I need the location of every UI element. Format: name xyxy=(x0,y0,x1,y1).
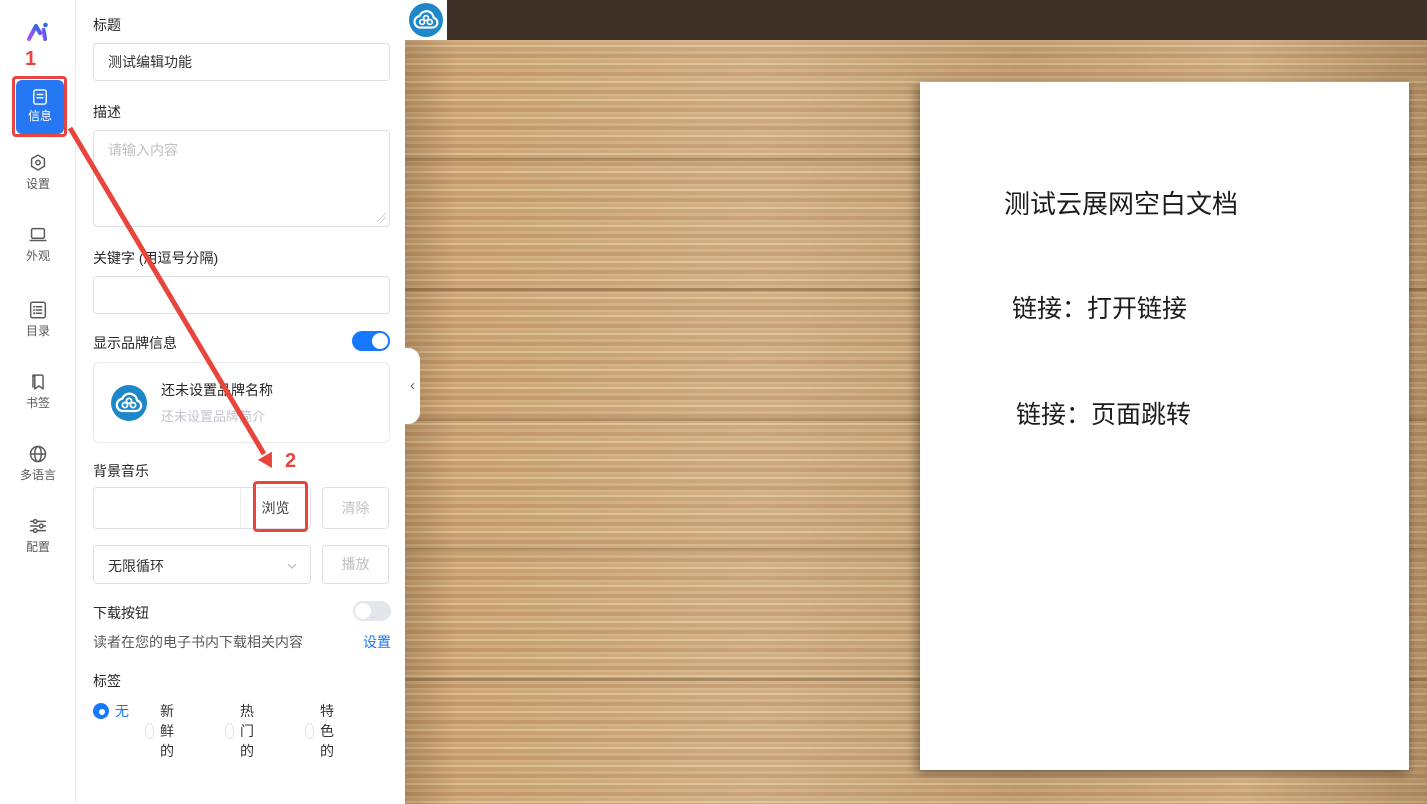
brand-name-placeholder: 还未设置品牌名称 xyxy=(161,380,273,400)
show-brand-label: 显示品牌信息 xyxy=(93,333,177,353)
tag-radio-featured[interactable]: 特色的 xyxy=(305,701,341,761)
chevron-down-icon xyxy=(286,559,298,571)
sidebar-item-label: 信息 xyxy=(16,109,64,123)
brand-logo xyxy=(111,385,147,421)
info-doc-icon xyxy=(30,87,50,107)
app-logo[interactable] xyxy=(24,18,52,46)
tags-label: 标签 xyxy=(93,671,121,691)
browse-button[interactable]: 浏览 xyxy=(240,488,310,528)
page-link-open[interactable]: 链接：打开链接 xyxy=(1012,289,1187,325)
document-page[interactable]: 测试云展网空白文档 链接：打开链接 链接：页面跳转 xyxy=(920,82,1409,770)
sidebar-item-label: 书签 xyxy=(0,396,76,410)
app-logo-icon xyxy=(24,18,52,46)
page-title: 测试云展网空白文档 xyxy=(1004,184,1238,221)
gear-icon xyxy=(27,152,49,174)
radio-dot xyxy=(225,723,234,739)
viewer-topbar xyxy=(405,0,1427,40)
sidebar-item-label: 设置 xyxy=(0,177,76,191)
description-label: 描述 xyxy=(93,102,121,122)
download-label: 下载按钮 xyxy=(93,603,149,623)
tag-radio-fresh[interactable]: 新鲜的 xyxy=(145,701,181,761)
brand-toggle[interactable] xyxy=(352,331,390,351)
tag-radio-none[interactable]: 无 xyxy=(93,701,129,721)
toggle-knob xyxy=(355,603,371,619)
title-input[interactable] xyxy=(93,43,390,81)
viewer-brand-logo[interactable] xyxy=(405,0,447,40)
page-link-jump[interactable]: 链接：页面跳转 xyxy=(1016,395,1191,431)
title-label: 标题 xyxy=(93,15,121,35)
loop-mode-select[interactable]: 无限循环 xyxy=(93,545,311,584)
radio-dot xyxy=(305,723,314,739)
keywords-label: 关键字 (用逗号分隔) xyxy=(93,248,218,268)
brand-card[interactable]: 还未设置品牌名称 还未设置品牌简介 xyxy=(93,362,390,443)
brand-desc-placeholder: 还未设置品牌简介 xyxy=(161,406,265,425)
sidebar-item-toc[interactable]: 目录 xyxy=(0,299,76,338)
music-label: 背景音乐 xyxy=(93,461,149,481)
toggle-knob xyxy=(372,333,388,349)
radio-label: 无 xyxy=(115,701,129,721)
tag-radio-hot[interactable]: 热门的 xyxy=(225,701,261,761)
app-window: 信息 设置 外观 xyxy=(0,0,1427,804)
panel-collapse-handle[interactable]: ‹ xyxy=(405,348,420,424)
play-button[interactable]: 播放 xyxy=(322,545,389,584)
music-input-group: 浏览 xyxy=(93,487,311,529)
sidebar-item-bookmark[interactable]: 书签 xyxy=(0,371,76,410)
music-input[interactable] xyxy=(94,488,240,528)
sidebar-item-label: 多语言 xyxy=(0,468,76,482)
wood-background: 测试云展网空白文档 链接：打开链接 链接：页面跳转 xyxy=(405,40,1427,804)
sidebar: 信息 设置 外观 xyxy=(0,0,76,804)
monitor-icon xyxy=(27,224,49,246)
description-textarea[interactable] xyxy=(93,130,390,227)
sidebar-item-appearance[interactable]: 外观 xyxy=(0,224,76,263)
keywords-input[interactable] xyxy=(93,276,390,314)
radio-dot xyxy=(93,703,109,719)
radio-dot xyxy=(145,723,154,739)
sliders-icon xyxy=(27,515,49,537)
book-preview-area: 测试云展网空白文档 链接：打开链接 链接：页面跳转 ‹ xyxy=(405,0,1427,804)
cloud-logo-icon xyxy=(409,3,443,37)
sidebar-item-multilanguage[interactable]: 多语言 xyxy=(0,443,76,482)
download-toggle[interactable] xyxy=(353,601,391,621)
info-settings-panel: 标题 描述 关键字 (用逗号分隔) 显示品牌信息 还未设置品牌名称 还未设置品牌… xyxy=(76,0,405,804)
clear-button[interactable]: 清除 xyxy=(322,487,389,529)
radio-label: 新鲜的 xyxy=(160,701,181,761)
textarea-resize-grip[interactable] xyxy=(376,212,386,222)
toc-list-icon xyxy=(27,299,49,321)
download-settings-link[interactable]: 设置 xyxy=(363,632,391,652)
sidebar-item-config[interactable]: 配置 xyxy=(0,515,76,554)
download-hint: 读者在您的电子书内下载相关内容 xyxy=(93,632,303,652)
sidebar-item-label: 目录 xyxy=(0,324,76,338)
radio-label: 特色的 xyxy=(320,701,341,761)
loop-mode-value: 无限循环 xyxy=(108,556,164,576)
radio-label: 热门的 xyxy=(240,701,261,761)
bookmark-icon xyxy=(27,371,49,393)
sidebar-item-info[interactable]: 信息 xyxy=(16,80,64,134)
sidebar-item-label: 配置 xyxy=(0,540,76,554)
sidebar-item-settings[interactable]: 设置 xyxy=(0,152,76,191)
sidebar-item-label: 外观 xyxy=(0,249,76,263)
globe-icon xyxy=(27,443,49,465)
